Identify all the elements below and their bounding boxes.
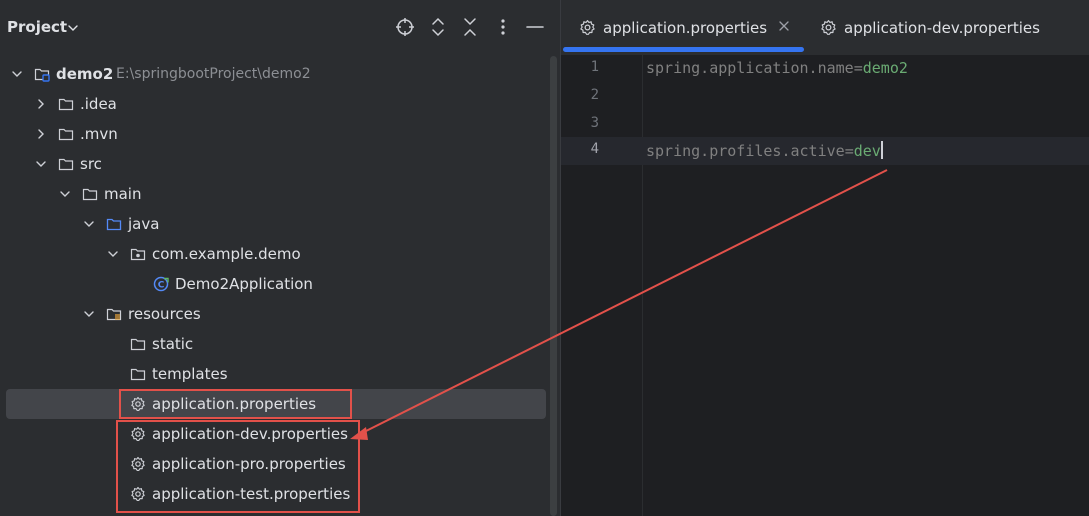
- highlight-box-application-properties: [119, 389, 352, 419]
- gear-icon: [820, 19, 837, 36]
- project-path: E:\springbootProject\demo2: [116, 66, 311, 82]
- property-key: spring.profiles.active: [646, 142, 845, 160]
- highlight-box-profile-files: [116, 420, 360, 513]
- active-tab-indicator: [563, 47, 804, 52]
- folder-icon: [130, 366, 146, 382]
- tree-item-label: main: [104, 185, 142, 203]
- tree-item-label: java: [128, 215, 160, 233]
- tree-item-resources[interactable]: resources: [6, 299, 546, 329]
- tree-item-idea[interactable]: .idea: [6, 89, 546, 119]
- code-editor[interactable]: 1 spring.application.name=demo2 2 3 4 sp…: [561, 55, 1089, 516]
- tab-label: application.properties: [603, 19, 768, 37]
- crosshair-locate-icon[interactable]: [394, 16, 416, 38]
- property-value: dev: [853, 142, 881, 160]
- folder-icon: [58, 126, 74, 142]
- chevron-down-icon[interactable]: [66, 20, 80, 34]
- tree-scrollbar[interactable]: [550, 56, 557, 516]
- text-caret: [880, 141, 883, 159]
- equals-sign: =: [853, 59, 863, 77]
- close-icon[interactable]: [777, 19, 791, 33]
- folder-icon: [58, 156, 74, 172]
- resources-folder-icon: [106, 306, 122, 322]
- line-number: 2: [590, 87, 599, 103]
- svg-text:C: C: [158, 281, 165, 291]
- chevron-down-icon[interactable]: [58, 187, 72, 201]
- tree-item-label: com.example.demo: [152, 245, 301, 263]
- chevron-right-icon[interactable]: [34, 97, 48, 111]
- code-text: spring.application.name=demo2: [646, 59, 908, 77]
- tree-item-label: src: [80, 155, 102, 173]
- line-number: 1: [590, 59, 599, 75]
- tree-item-java[interactable]: java: [6, 209, 546, 239]
- property-key: spring.application.name: [646, 59, 854, 77]
- code-line[interactable]: 2: [561, 83, 1089, 111]
- tree-item-src[interactable]: src: [6, 149, 546, 179]
- tab-application-dev-properties[interactable]: application-dev.properties: [805, 0, 1089, 55]
- tree-item-label: .mvn: [80, 125, 118, 143]
- tree-item-package[interactable]: com.example.demo: [6, 239, 546, 269]
- package-icon: [130, 246, 146, 262]
- tree-item-static[interactable]: static: [6, 329, 546, 359]
- tree-item-label: Demo2Application: [175, 275, 313, 293]
- chevron-down-icon[interactable]: [106, 247, 120, 261]
- editor-tab-bar: application.properties application-dev.p…: [561, 0, 1089, 55]
- equals-sign: =: [844, 142, 854, 160]
- expand-all-icon[interactable]: [427, 16, 449, 38]
- code-line[interactable]: 3: [561, 111, 1089, 139]
- gear-icon: [579, 19, 596, 36]
- chevron-right-icon[interactable]: [34, 127, 48, 141]
- module-folder-icon: [34, 66, 50, 82]
- chevron-down-icon[interactable]: [10, 67, 24, 81]
- minimize-icon[interactable]: [524, 16, 546, 38]
- chevron-down-icon[interactable]: [82, 307, 96, 321]
- tree-item-demo2application[interactable]: C Demo2Application: [6, 269, 546, 299]
- source-folder-icon: [106, 216, 122, 232]
- tree-item-demo2[interactable]: demo2 E:\springbootProject\demo2: [6, 59, 546, 89]
- tree-item-main[interactable]: main: [6, 179, 546, 209]
- tree-item-templates[interactable]: templates: [6, 359, 546, 389]
- project-panel-header: Project: [0, 0, 560, 56]
- folder-icon: [130, 336, 146, 352]
- line-number: 3: [590, 115, 599, 131]
- tab-label: application-dev.properties: [844, 19, 1040, 37]
- folder-icon: [58, 96, 74, 112]
- tree-item-label: templates: [152, 365, 228, 383]
- line-number: 4: [590, 141, 599, 157]
- code-line[interactable]: 1 spring.application.name=demo2: [561, 55, 1089, 83]
- collapse-all-icon[interactable]: [459, 16, 481, 38]
- ide-window: Project demo2 E:\springbootProject\demo2…: [0, 0, 1089, 516]
- code-line-current[interactable]: 4 spring.profiles.active=dev: [561, 137, 1089, 165]
- editor-area: application.properties application-dev.p…: [561, 0, 1089, 516]
- property-value: demo2: [862, 59, 908, 77]
- code-text: spring.profiles.active=dev: [646, 141, 883, 160]
- tree-item-label: demo2: [56, 65, 114, 83]
- spring-class-icon: C: [153, 276, 169, 292]
- folder-icon: [82, 186, 98, 202]
- chevron-down-icon[interactable]: [82, 217, 96, 231]
- tree-item-mvn[interactable]: .mvn: [6, 119, 546, 149]
- tree-item-label: static: [152, 335, 194, 353]
- tree-item-label: resources: [128, 305, 201, 323]
- tree-item-label: .idea: [80, 95, 117, 113]
- project-panel-title[interactable]: Project: [7, 18, 67, 36]
- chevron-down-icon[interactable]: [34, 157, 48, 171]
- more-options-icon[interactable]: [492, 16, 514, 38]
